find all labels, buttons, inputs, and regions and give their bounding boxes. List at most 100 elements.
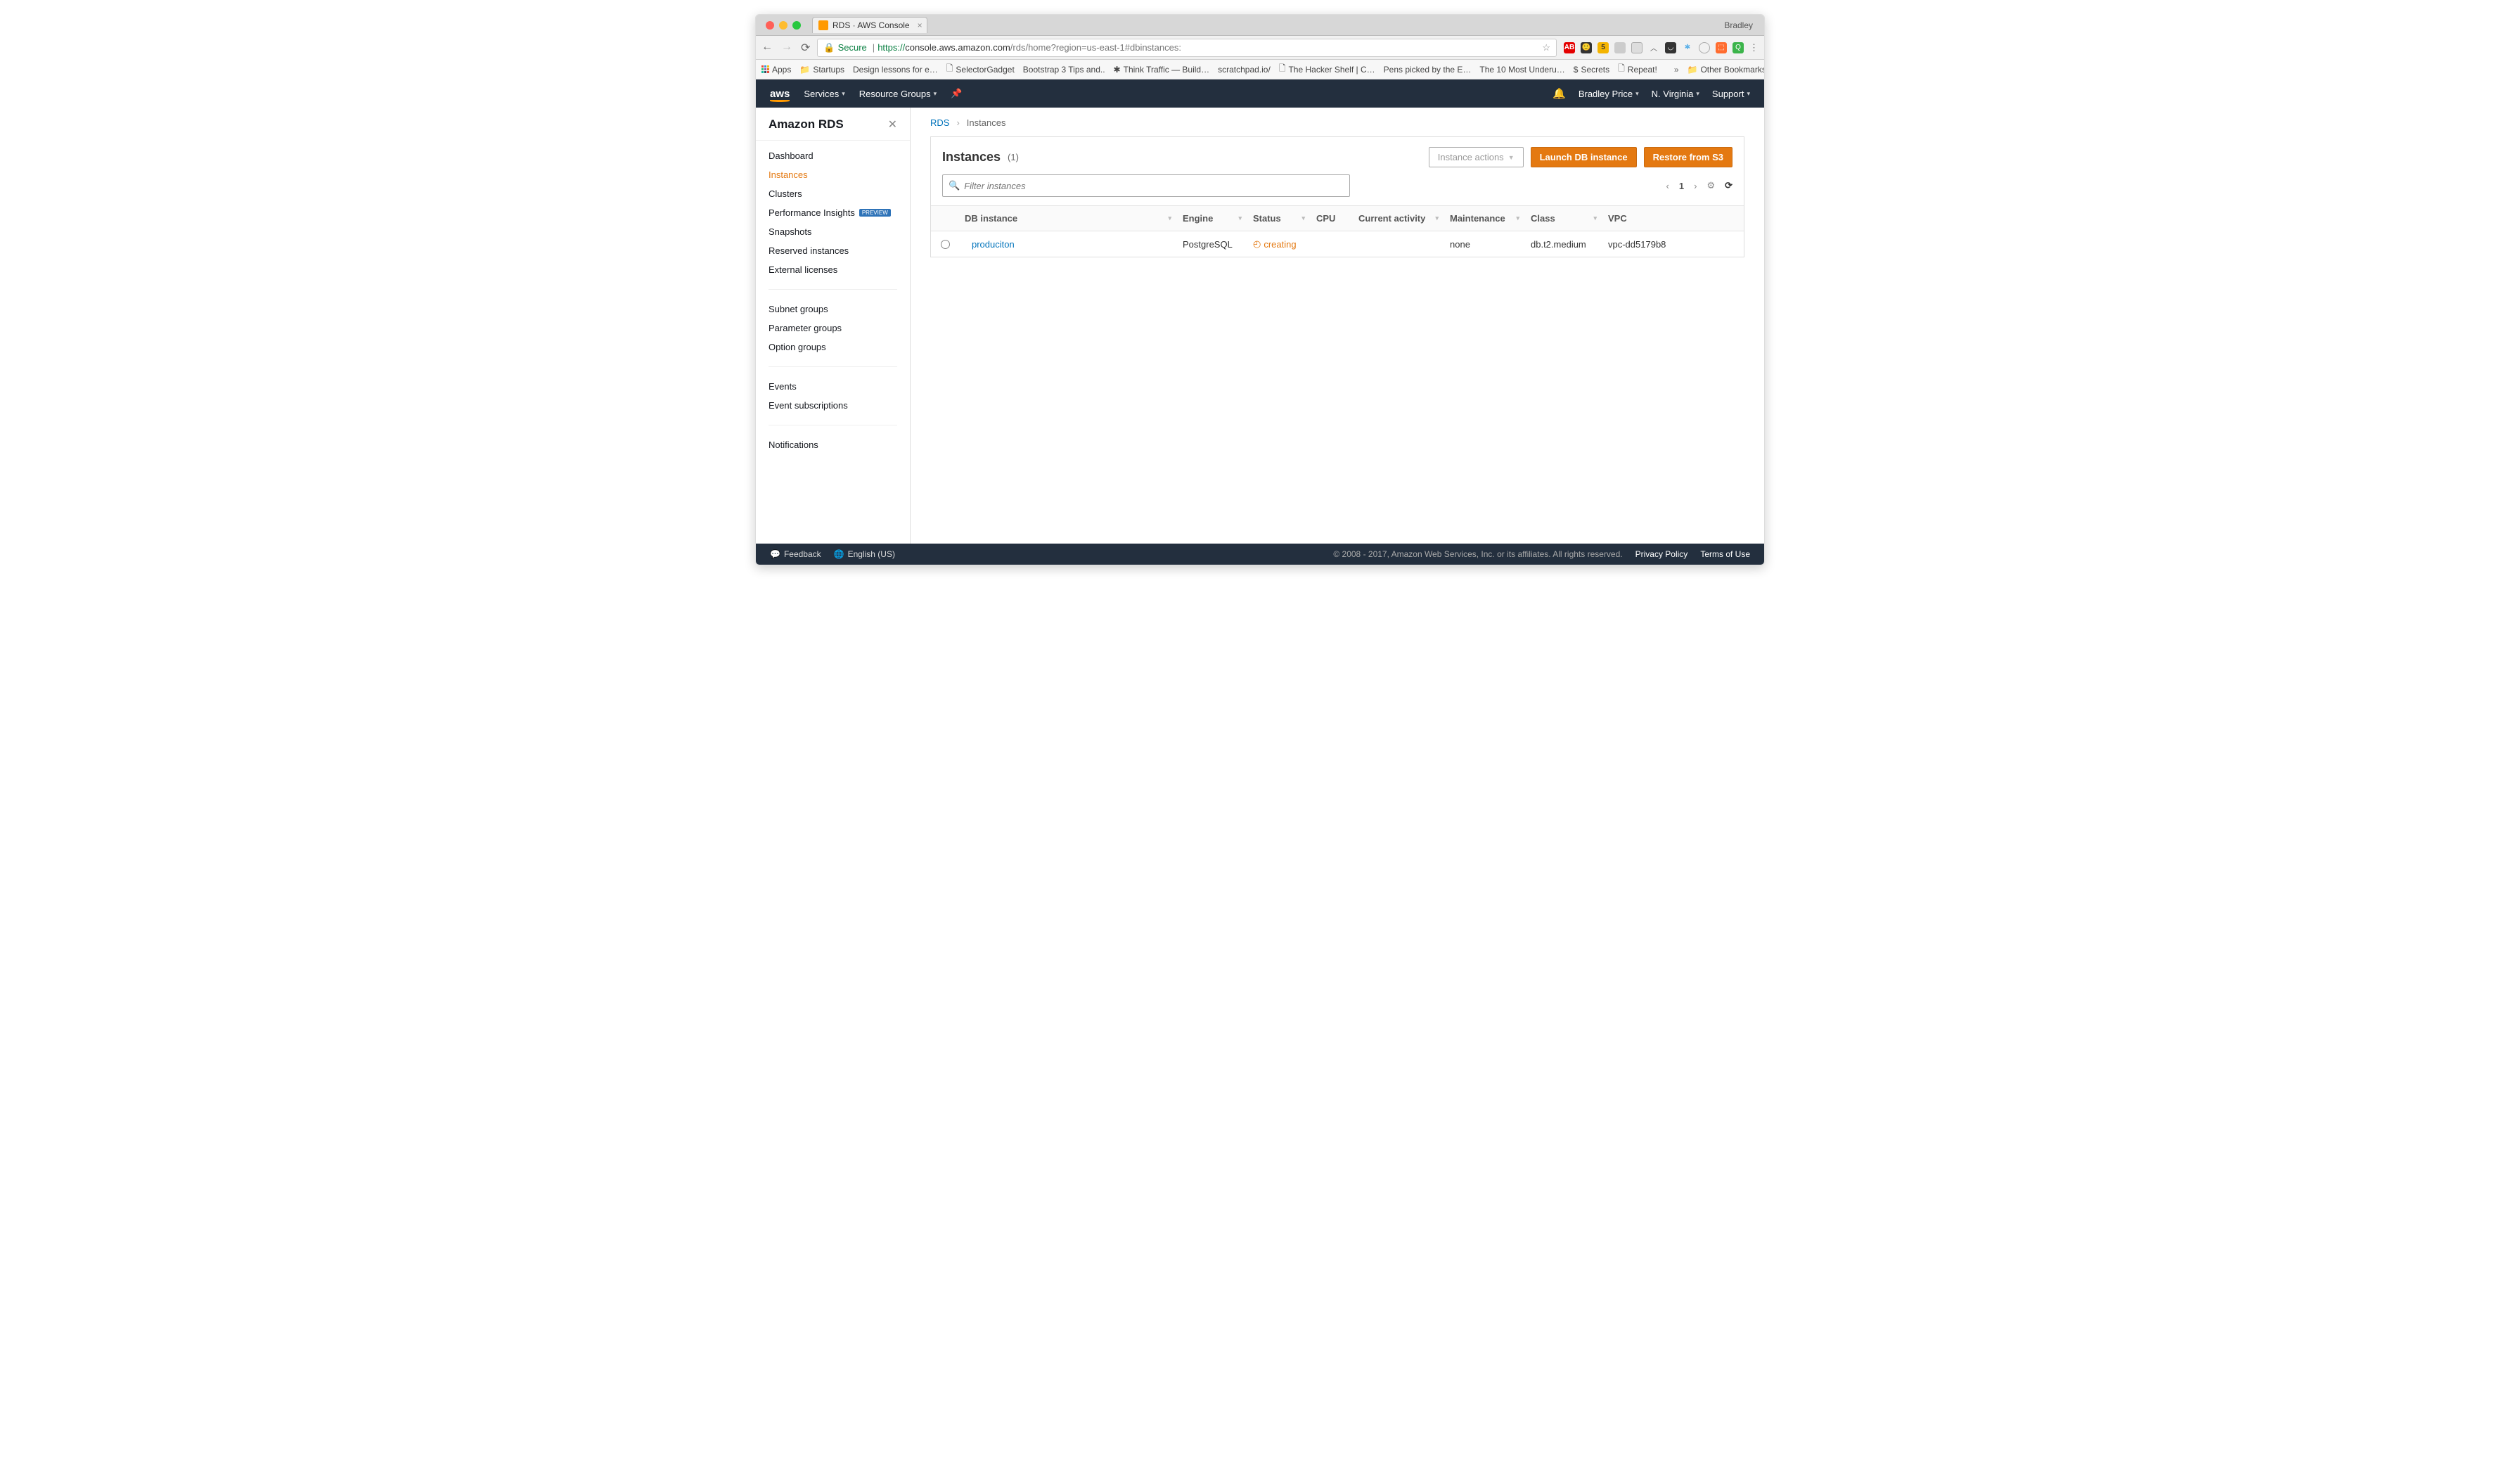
bookmark-item[interactable]: 🗋 SelectorGadget: [946, 62, 1015, 77]
sidebar-item-option-groups[interactable]: Option groups: [756, 338, 910, 357]
cell-engine: PostgreSQL: [1177, 232, 1247, 257]
sidebar-item-external-licenses[interactable]: External licenses: [756, 260, 910, 279]
url-protocol: https://: [878, 42, 905, 53]
status-badge: ◴creating: [1253, 238, 1297, 250]
filter-input[interactable]: [964, 181, 1344, 191]
bookmark-item[interactable]: ✱ Think Traffic — Build…: [1114, 65, 1210, 75]
tab-title: RDS · AWS Console: [832, 20, 910, 30]
ext-tamper-icon[interactable]: 🙂: [1581, 42, 1592, 53]
col-status[interactable]: Status▾: [1247, 206, 1311, 231]
panel-count: (1): [1008, 152, 1019, 162]
bookmark-item[interactable]: Design lessons for e…: [853, 65, 938, 75]
bookmarks-overflow-icon[interactable]: »: [1674, 65, 1679, 75]
language-selector[interactable]: 🌐English (US): [834, 549, 895, 559]
bookmark-item[interactable]: Bootstrap 3 Tips and..: [1023, 65, 1105, 75]
table-row[interactable]: produciton PostgreSQL ◴creating none db.…: [931, 231, 1744, 257]
prev-page-icon[interactable]: ‹: [1666, 181, 1669, 191]
row-select-radio[interactable]: [941, 240, 950, 249]
secure-label: Secure: [838, 42, 867, 53]
col-engine[interactable]: Engine▾: [1177, 206, 1247, 231]
ext-note-icon[interactable]: [1631, 42, 1642, 53]
breadcrumb: RDS › Instances: [930, 117, 1744, 128]
support-menu[interactable]: Support▾: [1712, 89, 1750, 99]
privacy-policy-link[interactable]: Privacy Policy: [1635, 549, 1688, 559]
settings-gear-icon[interactable]: ⚙: [1706, 180, 1715, 191]
next-page-icon[interactable]: ›: [1694, 181, 1697, 191]
sidebar-close-icon[interactable]: ✕: [888, 117, 897, 132]
bookmark-item[interactable]: scratchpad.io/: [1218, 65, 1271, 75]
sidebar-item-clusters[interactable]: Clusters: [756, 184, 910, 203]
sidebar-item-subnet-groups[interactable]: Subnet groups: [756, 300, 910, 319]
ext-blue-icon[interactable]: ✱: [1682, 42, 1693, 53]
col-class[interactable]: Class▾: [1525, 206, 1602, 231]
reload-icon[interactable]: ⟳: [801, 41, 810, 55]
sidebar-item-performance-insights[interactable]: Performance InsightsPREVIEW: [756, 203, 910, 222]
sidebar-item-dashboard[interactable]: Dashboard: [756, 146, 910, 165]
col-maintenance[interactable]: Maintenance▾: [1444, 206, 1525, 231]
col-cpu[interactable]: CPU: [1311, 206, 1353, 231]
col-db-instance[interactable]: DB instance▾: [959, 206, 1177, 231]
ext-chevron-icon[interactable]: ︿: [1648, 42, 1659, 53]
maximize-window-icon[interactable]: [792, 21, 801, 30]
restore-from-s3-button[interactable]: Restore from S3: [1644, 147, 1732, 167]
creating-spinner-icon: ◴: [1253, 238, 1261, 250]
ext-gcal-icon[interactable]: 5: [1598, 42, 1609, 53]
col-vpc[interactable]: VPC: [1602, 206, 1680, 231]
launch-db-instance-button[interactable]: Launch DB instance: [1531, 147, 1637, 167]
back-icon[interactable]: ←: [761, 41, 773, 55]
ext-pocket-icon[interactable]: ◡: [1665, 42, 1676, 53]
browser-tab-bar: RDS · AWS Console × Bradley: [756, 15, 1764, 36]
sidebar-item-snapshots[interactable]: Snapshots: [756, 222, 910, 241]
account-menu[interactable]: Bradley Price▾: [1579, 89, 1639, 99]
aws-footer: 💬Feedback 🌐English (US) © 2008 - 2017, A…: [756, 544, 1764, 565]
terms-of-use-link[interactable]: Terms of Use: [1700, 549, 1750, 559]
ext-abp-icon[interactable]: AB: [1564, 42, 1575, 53]
sidebar-item-instances[interactable]: Instances: [756, 165, 910, 184]
ext-circle-icon[interactable]: [1699, 42, 1710, 53]
ext-orange-icon[interactable]: ⬚: [1716, 42, 1727, 53]
page-number: 1: [1679, 181, 1684, 191]
sidebar-item-events[interactable]: Events: [756, 377, 910, 396]
globe-icon: 🌐: [834, 549, 844, 559]
copyright-text: © 2008 - 2017, Amazon Web Services, Inc.…: [1333, 549, 1622, 559]
other-bookmarks[interactable]: 📁 Other Bookmarks: [1688, 65, 1765, 75]
aws-logo[interactable]: aws: [770, 88, 790, 100]
minimize-window-icon[interactable]: [779, 21, 788, 30]
chevron-right-icon: ›: [956, 117, 959, 128]
feedback-link[interactable]: 💬Feedback: [770, 549, 821, 559]
filter-instances-input[interactable]: 🔍: [942, 174, 1350, 197]
breadcrumb-root[interactable]: RDS: [930, 117, 949, 128]
bookmark-item[interactable]: Pens picked by the E…: [1384, 65, 1472, 75]
chrome-menu-icon[interactable]: ⋮: [1749, 42, 1759, 53]
refresh-icon[interactable]: ⟳: [1725, 180, 1732, 191]
pin-icon[interactable]: 📌: [951, 88, 962, 99]
address-bar[interactable]: 🔒 Secure | https://console.aws.amazon.co…: [817, 39, 1557, 57]
apps-shortcut[interactable]: Apps: [761, 65, 791, 75]
sidebar-item-notifications[interactable]: Notifications: [756, 435, 910, 454]
cell-activity: [1353, 237, 1444, 251]
bookmark-star-icon[interactable]: ☆: [1542, 42, 1550, 53]
chrome-profile[interactable]: Bradley: [1724, 20, 1753, 30]
sidebar-item-reserved-instances[interactable]: Reserved instances: [756, 241, 910, 260]
sidebar-item-event-subscriptions[interactable]: Event subscriptions: [756, 396, 910, 415]
bookmark-item[interactable]: 📁 Startups: [799, 65, 844, 75]
lock-icon: 🔒: [823, 42, 835, 53]
forward-icon: →: [781, 41, 792, 55]
bookmark-item[interactable]: The 10 Most Underu…: [1479, 65, 1564, 75]
col-current-activity[interactable]: Current activity▾: [1353, 206, 1444, 231]
db-instance-link[interactable]: produciton: [972, 239, 1015, 250]
ext-gray-icon[interactable]: [1614, 42, 1626, 53]
notifications-icon[interactable]: 🔔: [1552, 87, 1566, 100]
region-menu[interactable]: N. Virginia▾: [1652, 89, 1699, 99]
sidebar-item-parameter-groups[interactable]: Parameter groups: [756, 319, 910, 338]
resource-groups-menu[interactable]: Resource Groups▾: [859, 89, 937, 99]
ext-green-icon[interactable]: Q: [1732, 42, 1744, 53]
bookmark-item[interactable]: $ Secrets: [1574, 65, 1609, 75]
close-tab-icon[interactable]: ×: [918, 20, 922, 30]
browser-tab[interactable]: RDS · AWS Console ×: [812, 17, 927, 33]
instance-actions-button[interactable]: Instance actions▼: [1429, 147, 1524, 167]
close-window-icon[interactable]: [766, 21, 774, 30]
services-menu[interactable]: Services▾: [804, 89, 844, 99]
bookmark-item[interactable]: 🗋 Repeat!: [1618, 62, 1657, 77]
bookmark-item[interactable]: 🗋 The Hacker Shelf | C…: [1279, 62, 1375, 77]
